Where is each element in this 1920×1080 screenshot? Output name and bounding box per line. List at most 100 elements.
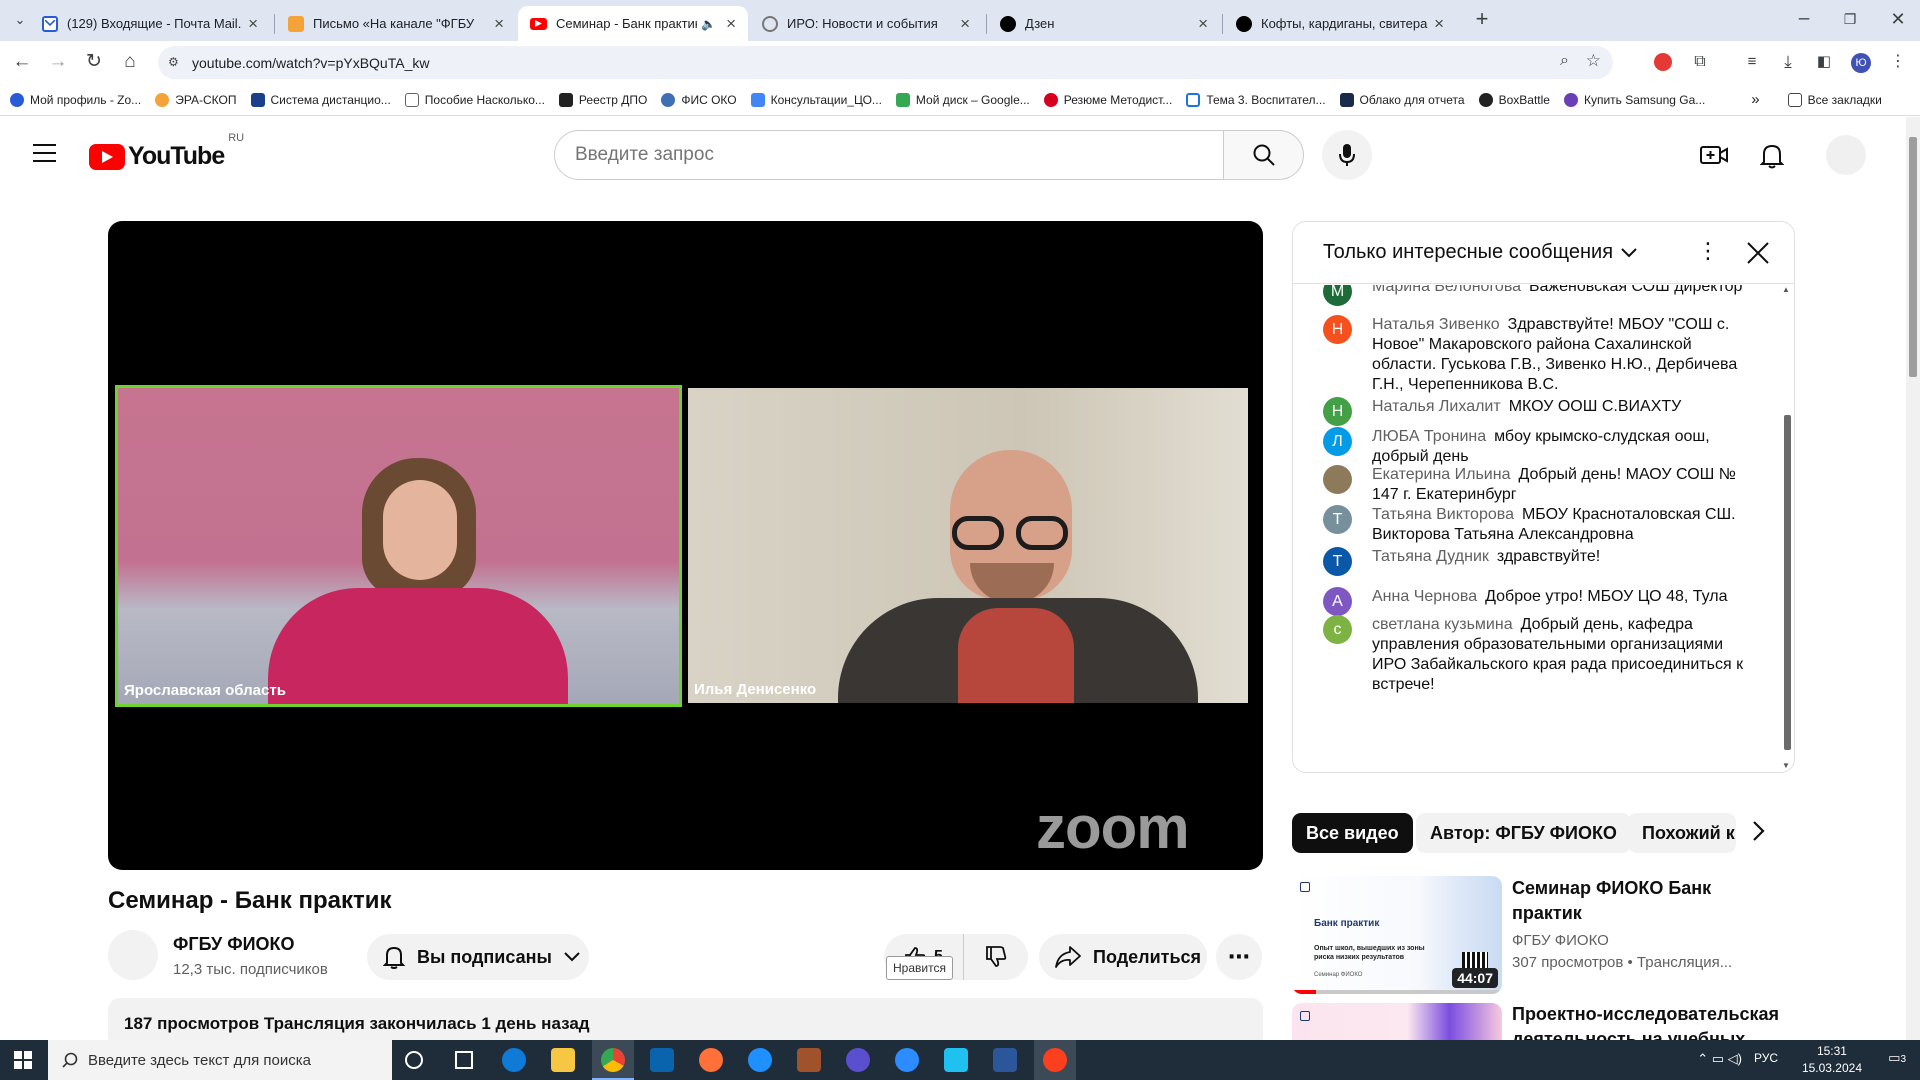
- chip-similar[interactable]: Похожий к: [1628, 813, 1736, 853]
- subscribed-button[interactable]: Вы подписаны: [367, 934, 589, 980]
- chat-author[interactable]: Наталья Лихалит: [1372, 398, 1501, 415]
- channel-name[interactable]: ФГБУ ФИОКО: [173, 934, 295, 955]
- voice-search-button[interactable]: [1322, 130, 1372, 180]
- close-icon[interactable]: [1747, 242, 1769, 264]
- tab-iro[interactable]: ИРО: Новости и события ×: [750, 6, 982, 41]
- chat-menu-icon[interactable]: ⋮: [1697, 238, 1719, 264]
- chat-author[interactable]: Екатерина Ильина: [1372, 466, 1510, 483]
- bookmark-item[interactable]: Купить Samsung Ga...: [1563, 92, 1705, 107]
- close-tab-icon[interactable]: ×: [494, 14, 504, 34]
- internet-explorer-icon[interactable]: [748, 1048, 772, 1072]
- new-tab-button[interactable]: +: [1470, 7, 1494, 31]
- chat-author[interactable]: ЛЮБА Тронина: [1372, 428, 1486, 445]
- channel-avatar[interactable]: [108, 930, 158, 980]
- back-arrow-icon[interactable]: ←: [10, 50, 34, 74]
- bookmark-item[interactable]: Реестр ДПО: [558, 92, 647, 107]
- recommendation-title[interactable]: Семинар ФИОКО Банк практик: [1512, 876, 1782, 926]
- keyboard-language[interactable]: РУС: [1754, 1051, 1778, 1065]
- edge-legacy-icon[interactable]: [502, 1048, 526, 1072]
- close-tab-icon[interactable]: ×: [248, 14, 258, 34]
- author-avatar[interactable]: Н: [1323, 315, 1352, 344]
- bookmark-item[interactable]: Консультации_ЦО...: [750, 92, 882, 107]
- chat-author[interactable]: Наталья Зивенко: [1372, 316, 1500, 333]
- recommendation-thumbnail[interactable]: [1292, 1003, 1502, 1040]
- video-player[interactable]: Ярославская область Илья Денисенко zoom: [108, 221, 1263, 870]
- chat-author[interactable]: Татьяна Дудник: [1372, 548, 1489, 565]
- yandex-extension-icon[interactable]: [1654, 53, 1672, 71]
- tab-letter[interactable]: Письмо «На канале "ФГБУ ×: [276, 6, 516, 41]
- chat-scrollbar[interactable]: ▲ ▼: [1782, 285, 1792, 772]
- home-icon[interactable]: ⌂: [118, 50, 142, 74]
- author-avatar[interactable]: М: [1323, 285, 1352, 306]
- firefox-icon[interactable]: [699, 1048, 723, 1072]
- scrollbar-thumb[interactable]: [1784, 415, 1791, 750]
- forward-arrow-icon[interactable]: →: [46, 50, 70, 74]
- download-icon[interactable]: ⤓: [1776, 50, 1800, 74]
- notifications-button[interactable]: [1760, 143, 1784, 169]
- zoom-app-icon[interactable]: [895, 1048, 919, 1072]
- page-scrollbar-thumb[interactable]: [1909, 137, 1917, 377]
- zoom-icon[interactable]: ⌕: [1560, 52, 1569, 70]
- page-scrollbar[interactable]: [1906, 117, 1920, 1040]
- speaker-icon[interactable]: 🔈: [701, 17, 716, 31]
- task-view-icon[interactable]: [455, 1051, 473, 1069]
- word-icon[interactable]: [993, 1048, 1017, 1072]
- share-button[interactable]: Поделиться: [1039, 934, 1207, 980]
- chip-author[interactable]: Автор: ФГБУ ФИОКО: [1416, 813, 1631, 853]
- tab-dzen[interactable]: Дзен ×: [988, 6, 1220, 41]
- all-bookmarks[interactable]: Все закладки: [1787, 92, 1882, 107]
- bookmark-item[interactable]: Система дистанцио...: [250, 92, 391, 107]
- recommendation-channel[interactable]: ФГБУ ФИОКО: [1512, 932, 1609, 949]
- tab-search-chevron-icon[interactable]: ⌄: [8, 8, 32, 32]
- windows-start-icon[interactable]: [14, 1051, 32, 1069]
- file-explorer-icon[interactable]: [551, 1048, 575, 1072]
- minimize-button[interactable]: –: [1792, 7, 1816, 31]
- browser-menu-icon[interactable]: ⋮: [1886, 50, 1910, 74]
- taskbar-active-app[interactable]: [592, 1040, 634, 1080]
- account-avatar[interactable]: [1826, 135, 1866, 175]
- taskbar-search-input[interactable]: Введите здесь текст для поиска: [48, 1040, 392, 1080]
- chat-author[interactable]: Анна Чернова: [1372, 588, 1477, 605]
- messenger-icon[interactable]: [944, 1048, 968, 1072]
- author-avatar[interactable]: А: [1323, 587, 1352, 616]
- search-button[interactable]: [1224, 130, 1304, 180]
- author-avatar[interactable]: [1323, 465, 1352, 494]
- bookmark-item[interactable]: Мой диск – Google...: [895, 92, 1030, 107]
- create-video-button[interactable]: [1700, 144, 1728, 166]
- tray-icons[interactable]: ⌃ ▭ ◁): [1697, 1051, 1742, 1067]
- side-panel-icon[interactable]: ◧: [1812, 50, 1836, 74]
- outlook-icon[interactable]: [650, 1048, 674, 1072]
- address-bar[interactable]: ⚙ youtube.com/watch?v=pYxBQuTA_kw ⌕ ☆: [158, 46, 1613, 79]
- system-clock[interactable]: 15:31 15.03.2024: [1802, 1043, 1862, 1077]
- close-tab-icon[interactable]: ×: [1198, 14, 1208, 34]
- bookmark-item[interactable]: Резюме Методист...: [1043, 92, 1172, 107]
- close-tab-icon[interactable]: ×: [726, 14, 736, 34]
- app-icon[interactable]: [846, 1048, 870, 1072]
- hamburger-menu-icon[interactable]: [33, 144, 56, 162]
- more-bookmarks-icon[interactable]: »: [1751, 91, 1759, 108]
- chat-author[interactable]: светлана кузьмина: [1372, 616, 1513, 633]
- site-info-icon[interactable]: ⚙: [168, 55, 179, 69]
- recommendation-title[interactable]: Проектно-исследовательская деятельность …: [1512, 1002, 1782, 1040]
- tab-seminar-active[interactable]: Семинар - Банк практик - 🔈 ×: [518, 6, 748, 41]
- taskbar-active-app[interactable]: [1034, 1040, 1076, 1080]
- author-avatar[interactable]: Т: [1323, 547, 1352, 576]
- app-icon[interactable]: [797, 1048, 821, 1072]
- bookmark-item[interactable]: Тема 3. Воспитател...: [1186, 92, 1326, 107]
- reload-icon[interactable]: ↻: [82, 50, 106, 74]
- search-input[interactable]: Введите запрос: [554, 130, 1224, 180]
- bookmark-item[interactable]: BoxBattle: [1478, 92, 1550, 107]
- extensions-icon[interactable]: ⧉: [1688, 50, 1712, 74]
- close-tab-icon[interactable]: ×: [960, 14, 970, 34]
- restore-button[interactable]: ❐: [1838, 7, 1862, 31]
- author-avatar[interactable]: Т: [1323, 505, 1352, 534]
- chat-mode-selector[interactable]: Только интересные сообщения: [1323, 241, 1613, 264]
- close-window-button[interactable]: ✕: [1886, 7, 1910, 31]
- bookmark-item[interactable]: Мой профиль - Zo...: [10, 92, 141, 107]
- bookmark-item[interactable]: Облако для отчета: [1339, 92, 1465, 107]
- bookmark-star-icon[interactable]: ☆: [1586, 51, 1601, 71]
- youtube-logo[interactable]: YouTube RU: [89, 132, 244, 171]
- cortana-icon[interactable]: [405, 1051, 423, 1069]
- chat-author[interactable]: Марина Белоногова: [1372, 285, 1521, 295]
- bookmark-item[interactable]: ЭРА-СКОП: [155, 92, 237, 107]
